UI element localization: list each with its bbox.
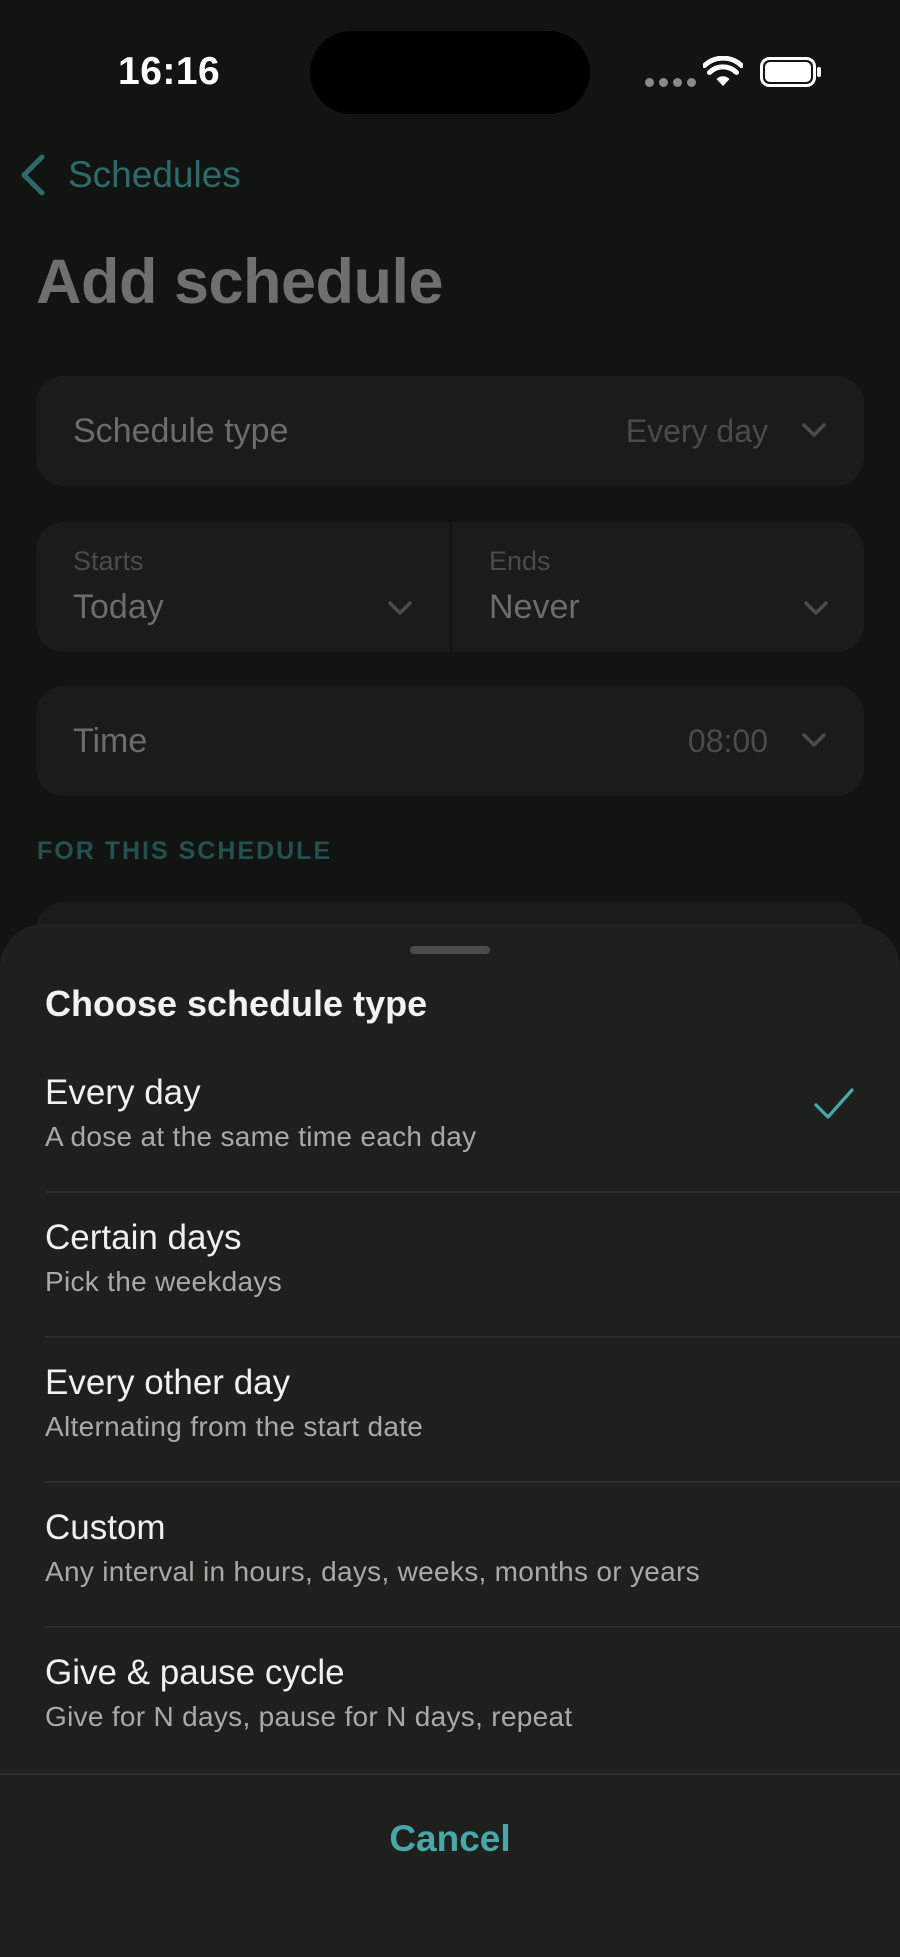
schedule-type-options: Every day A dose at the same time each d… — [45, 1048, 900, 1771]
checkmark-icon — [814, 1088, 854, 1119]
dynamic-island — [310, 31, 590, 114]
option-certain-days[interactable]: Certain days Pick the weekdays — [45, 1193, 900, 1338]
option-title: Every other day — [45, 1363, 291, 1402]
cellular-signal-icon — [645, 78, 696, 87]
option-subtitle: A dose at the same time each day — [45, 1121, 477, 1152]
option-subtitle: Alternating from the start date — [45, 1411, 424, 1442]
sheet-title: Choose schedule type — [45, 983, 428, 1024]
schedule-type-sheet: Choose schedule type Every day A dose at… — [0, 924, 900, 1957]
starts-label: Starts — [73, 546, 144, 576]
battery-icon — [760, 57, 821, 87]
chevron-down-icon — [804, 601, 828, 615]
chevron-down-icon — [388, 601, 412, 615]
time-value: 08:00 — [687, 723, 768, 759]
option-subtitle: Give for N days, pause for N days, repea… — [45, 1701, 573, 1732]
starts-picker[interactable]: Starts Today — [36, 522, 450, 652]
time-label: Time — [73, 722, 148, 760]
chevron-left-icon — [21, 154, 45, 196]
sheet-grabber[interactable] — [410, 946, 490, 954]
option-title: Certain days — [45, 1218, 242, 1257]
option-subtitle: Any interval in hours, days, weeks, mont… — [45, 1556, 700, 1587]
screen: 16:16 Schedules Add schedule Schedule ty… — [0, 0, 900, 1957]
chevron-down-icon — [802, 733, 826, 747]
option-title: Give & pause cycle — [45, 1653, 345, 1692]
ends-label: Ends — [489, 546, 551, 576]
back-label: Schedules — [68, 154, 241, 195]
option-give-pause-cycle[interactable]: Give & pause cycle Give for N days, paus… — [45, 1628, 900, 1771]
option-custom[interactable]: Custom Any interval in hours, days, week… — [45, 1483, 900, 1628]
cancel-button[interactable]: Cancel — [300, 1804, 600, 1874]
option-title: Custom — [45, 1508, 166, 1547]
schedule-type-value: Every day — [625, 413, 768, 449]
status-bar: 16:16 — [0, 0, 900, 140]
ends-value: Never — [489, 588, 580, 626]
time-row[interactable]: Time 08:00 — [36, 686, 864, 796]
option-every-other-day[interactable]: Every other day Alternating from the sta… — [45, 1338, 900, 1483]
option-every-day[interactable]: Every day A dose at the same time each d… — [45, 1048, 900, 1193]
section-header: FOR THIS SCHEDULE — [37, 837, 333, 865]
option-subtitle: Pick the weekdays — [45, 1266, 282, 1297]
page-title: Add schedule — [36, 247, 444, 317]
back-button[interactable]: Schedules — [18, 150, 241, 200]
schedule-type-label: Schedule type — [73, 412, 289, 450]
ends-picker[interactable]: Ends Never — [452, 522, 866, 652]
starts-value: Today — [73, 588, 164, 626]
status-time: 16:16 — [118, 50, 221, 93]
date-range-row: Starts Today Ends Never — [36, 522, 864, 652]
divider — [0, 1773, 900, 1775]
schedule-type-row[interactable]: Schedule type Every day — [36, 376, 864, 486]
chevron-down-icon — [802, 423, 826, 437]
wifi-icon — [703, 56, 743, 86]
option-title: Every day — [45, 1073, 201, 1112]
